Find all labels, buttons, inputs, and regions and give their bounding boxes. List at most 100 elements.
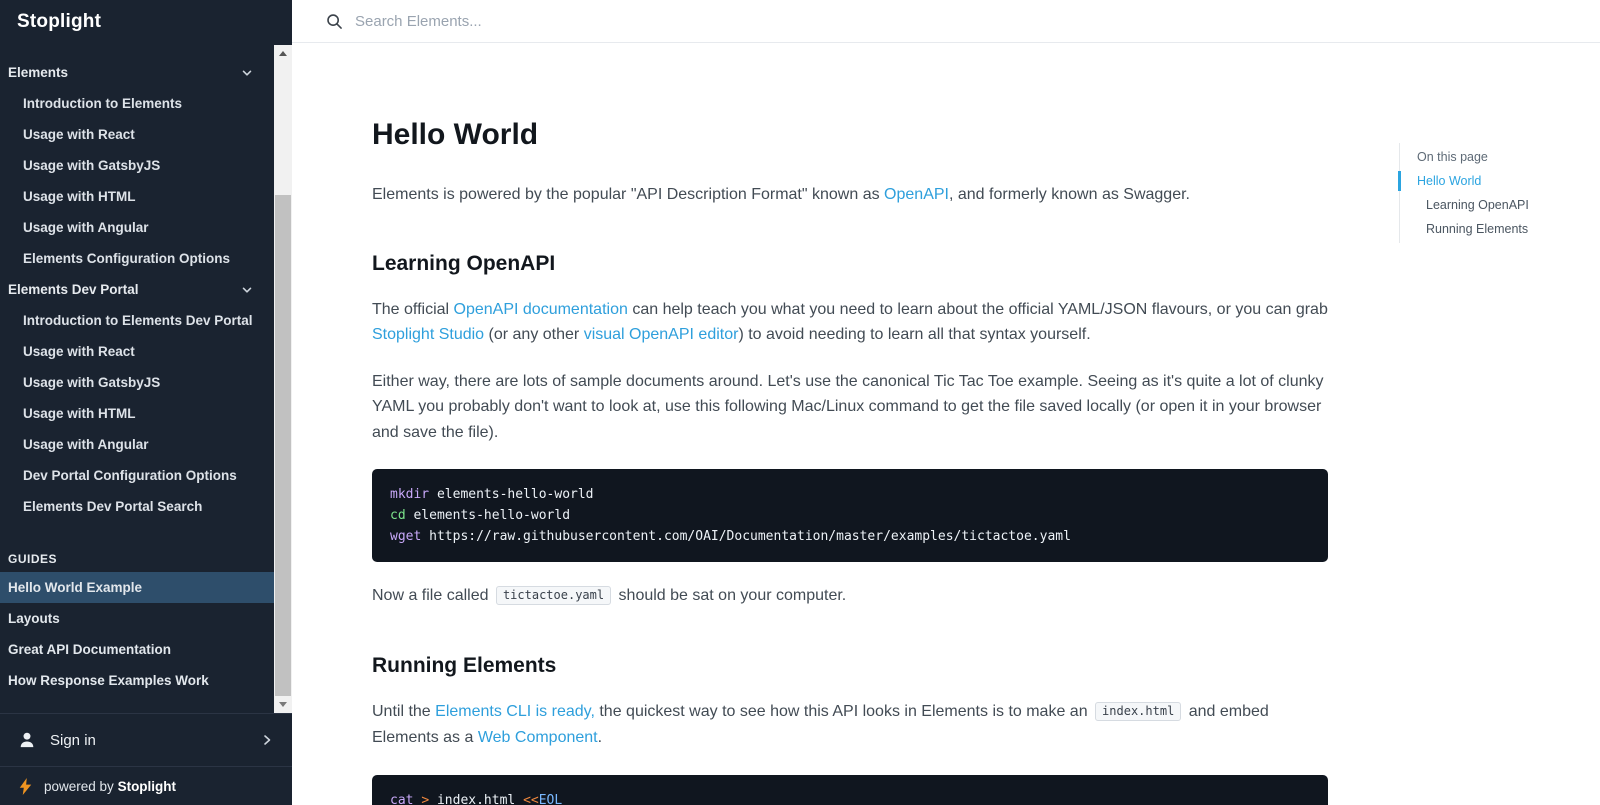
toc: On this page Hello WorldLearning OpenAPI…	[1399, 143, 1569, 243]
code-token: wget	[390, 529, 421, 544]
sidebar-item-label: GUIDES	[8, 552, 57, 566]
sidebar-item-label: Hello World Example	[8, 580, 142, 595]
brand-bar: Stoplight	[0, 0, 292, 45]
powered-by-text: powered by Stoplight	[44, 779, 176, 794]
user-icon	[18, 731, 36, 749]
code-line: wget https://raw.githubusercontent.com/O…	[390, 526, 1310, 547]
powered-by-stoplight[interactable]: powered by Stoplight	[0, 766, 292, 805]
sidebar-item-dev-portal-configuration-options[interactable]: Dev Portal Configuration Options	[0, 460, 274, 491]
page-title: Hello World	[372, 118, 1328, 152]
sidebar-item-usage-with-angular[interactable]: Usage with Angular	[0, 212, 274, 243]
sidebar-item-introduction-to-elements-dev-portal[interactable]: Introduction to Elements Dev Portal	[0, 305, 274, 336]
toc-item-hello-world[interactable]: Hello World	[1417, 169, 1569, 193]
code-token: EOL	[539, 793, 562, 805]
sidebar-item-usage-with-gatsbyjs[interactable]: Usage with GatsbyJS	[0, 367, 274, 398]
sidebar-item-usage-with-react[interactable]: Usage with React	[0, 119, 274, 150]
text-run: Either way, there are lots of sample doc…	[372, 373, 1324, 441]
code-line: cat > index.html <<EOL	[390, 790, 1310, 805]
text-run: , and formerly known as Swagger.	[949, 186, 1190, 203]
code-token: elements-hello-world	[406, 508, 570, 523]
sidebar-item-usage-with-html[interactable]: Usage with HTML	[0, 181, 274, 212]
brand-logo: Stoplight	[17, 11, 101, 32]
search-icon	[326, 13, 343, 30]
content-link-openapi-documentation[interactable]: OpenAPI documentation	[454, 301, 628, 318]
scrollbar-down-button[interactable]	[274, 696, 292, 713]
sign-in-button[interactable]: Sign in	[0, 713, 292, 766]
toc-item-learning-openapi[interactable]: Learning OpenAPI	[1417, 193, 1569, 217]
chevron-right-icon	[260, 733, 274, 747]
sidebar-item-elements-dev-portal-search[interactable]: Elements Dev Portal Search	[0, 491, 274, 522]
sidebar: Stoplight Elements Introduction to Elemen…	[0, 0, 292, 805]
inline-code: index.html	[1095, 702, 1181, 721]
sidebar-item-label: Introduction to Elements Dev Portal	[23, 313, 253, 328]
sidebar-scroll-area: Elements Introduction to Elements Usage wi…	[0, 45, 292, 713]
sidebar-item-usage-with-gatsbyjs[interactable]: Usage with GatsbyJS	[0, 150, 274, 181]
sidebar-item-label: Usage with Angular	[23, 220, 149, 235]
code-token: >	[421, 793, 429, 805]
code-token: https://raw.githubusercontent.com/OAI/Do…	[421, 529, 1071, 544]
paragraph: Either way, there are lots of sample doc…	[372, 369, 1328, 446]
content-area: Hello World Elements is powered by the po…	[292, 43, 1600, 805]
sidebar-item-label: Introduction to Elements	[23, 96, 182, 111]
scrollbar-thumb[interactable]	[275, 195, 291, 700]
code-line: mkdir elements-hello-world	[390, 484, 1310, 505]
sidebar-item-usage-with-html[interactable]: Usage with HTML	[0, 398, 274, 429]
powered-by-brand: Stoplight	[118, 779, 176, 794]
sidebar-item-introduction-to-elements[interactable]: Introduction to Elements	[0, 88, 274, 119]
sidebar-item-usage-with-angular[interactable]: Usage with Angular	[0, 429, 274, 460]
sidebar-nav: Elements Introduction to Elements Usage wi…	[0, 45, 274, 713]
sidebar-item-label: Great API Documentation	[8, 642, 171, 657]
code-token: mkdir	[390, 487, 429, 502]
sidebar-item-label: Usage with Angular	[23, 437, 149, 452]
code-token: <<	[523, 793, 539, 805]
sidebar-item-layouts[interactable]: Layouts	[0, 603, 274, 634]
chevron-down-icon	[240, 66, 254, 80]
code-token: cat	[390, 793, 413, 805]
text-run: ) to avoid needing to learn all that syn…	[738, 326, 1090, 343]
code-token: elements-hello-world	[429, 487, 593, 502]
search-placeholder: Search Elements...	[355, 13, 482, 30]
sidebar-item-label: How Response Examples Work	[8, 673, 209, 688]
sidebar-item-label: Layouts	[8, 611, 60, 626]
content-link-elements-cli-is-ready[interactable]: Elements CLI is ready,	[435, 703, 595, 720]
paragraph: Elements is powered by the popular "API …	[372, 182, 1328, 208]
content-link-web-component[interactable]: Web Component	[478, 729, 598, 746]
code-line: cd elements-hello-world	[390, 505, 1310, 526]
text-run: Elements is powered by the popular "API …	[372, 186, 884, 203]
sidebar-item-label: Elements Configuration Options	[23, 251, 230, 266]
toc-label: On this page	[1417, 145, 1569, 169]
sidebar-item-usage-with-react[interactable]: Usage with React	[0, 336, 274, 367]
main-area: Search Elements... Hello World Elements i…	[292, 0, 1600, 805]
content-link-stoplight-studio[interactable]: Stoplight Studio	[372, 326, 484, 343]
code-token: cd	[390, 508, 406, 523]
sidebar-item-label: Usage with GatsbyJS	[23, 375, 160, 390]
content-link-visual-openapi-editor[interactable]: visual OpenAPI editor	[584, 326, 739, 343]
content-link-openapi[interactable]: OpenAPI	[884, 186, 949, 203]
sign-in-label: Sign in	[50, 732, 96, 749]
sidebar-item-label: Elements	[8, 65, 68, 80]
paragraph: Until the Elements CLI is ready, the qui…	[372, 699, 1328, 751]
code-block: mkdir elements-hello-worldcd elements-he…	[372, 469, 1328, 562]
sidebar-item-elements-configuration-options[interactable]: Elements Configuration Options	[0, 243, 274, 274]
sidebar-item-great-api-documentation[interactable]: Great API Documentation	[0, 634, 274, 665]
sidebar-item-how-response-examples-work[interactable]: How Response Examples Work	[0, 665, 274, 696]
inline-code: tictactoe.yaml	[496, 586, 611, 605]
sidebar-item-label: Usage with HTML	[23, 406, 136, 421]
sidebar-item-hello-world-example[interactable]: Hello World Example	[0, 572, 274, 603]
code-block: cat > index.html <<EOL<!doctype html><ht…	[372, 775, 1328, 805]
sidebar-scrollbar[interactable]	[274, 45, 292, 713]
sidebar-item-elements[interactable]: Elements	[0, 57, 274, 88]
text-run: Now a file called	[372, 587, 493, 604]
section-heading-running-elements: Running Elements	[372, 654, 1328, 678]
sidebar-item-label: Usage with GatsbyJS	[23, 158, 160, 173]
paragraph: Now a file called tictactoe.yaml should …	[372, 583, 1328, 610]
search-input[interactable]: Search Elements...	[292, 0, 1600, 43]
sidebar-item-elements-dev-portal[interactable]: Elements Dev Portal	[0, 274, 274, 305]
scrollbar-up-button[interactable]	[274, 45, 292, 62]
lightning-bolt-icon	[19, 778, 32, 795]
text-run: Until the	[372, 703, 435, 720]
triangle-up-icon	[279, 51, 287, 56]
triangle-down-icon	[279, 702, 287, 707]
text-run: the quickest way to see how this API loo…	[595, 703, 1092, 720]
toc-item-running-elements[interactable]: Running Elements	[1417, 217, 1569, 241]
